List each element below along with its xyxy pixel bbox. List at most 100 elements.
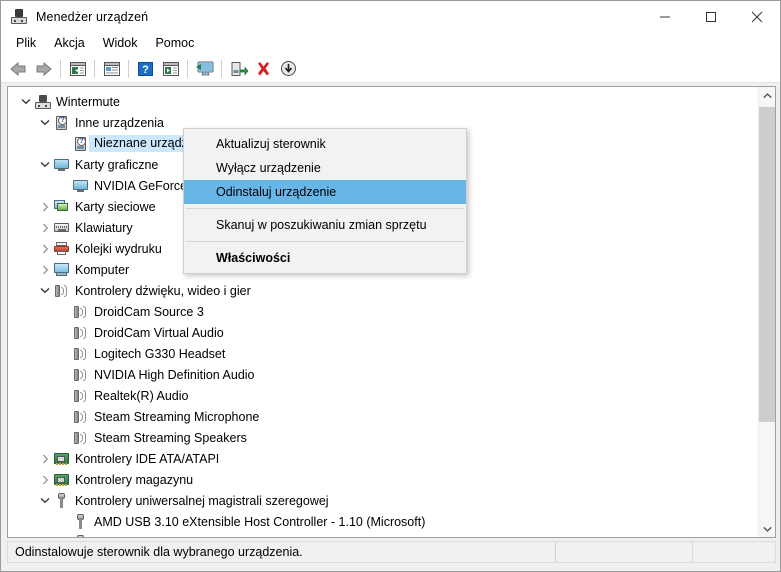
tree-item[interactable]: Wintermute [8,91,760,112]
maximize-icon[interactable] [688,1,734,32]
tree-item[interactable]: NVIDIA High Definition Audio [8,364,760,385]
chevron-down-icon[interactable] [37,115,53,131]
context-menu-item[interactable]: Odinstaluj urządzenie [184,180,466,204]
tree-item-label: DroidCam Source 3 [94,304,204,319]
back-icon[interactable] [6,57,31,81]
context-menu-item[interactable]: Skanuj w poszukiwaniu zmian sprzętu [184,213,466,237]
display-adapter-icon [72,178,89,194]
sound-icon [72,367,89,383]
minimize-icon[interactable] [642,1,688,32]
chevron-down-icon[interactable] [37,493,53,509]
toolbar-separator [221,59,222,78]
scrollbar-thumb[interactable] [759,107,775,422]
tree-item[interactable]: Logitech G330 Headset [8,343,760,364]
menu-view[interactable]: Widok [94,34,147,53]
context-menu-item[interactable]: Właściwości [184,246,466,270]
enable-device-icon[interactable] [226,57,251,81]
tree-item[interactable]: Steam Streaming Speakers [8,427,760,448]
toolbar-separator [187,59,188,78]
sound-icon [72,430,89,446]
menu-action[interactable]: Akcja [45,34,94,53]
help-icon[interactable]: ? [133,57,158,81]
tree-item-label: Steam Streaming Microphone [94,409,260,424]
status-segment-3 [693,542,775,562]
tree-item-label: Kontrolery magazynu [75,472,194,487]
context-menu-item[interactable]: Wyłącz urządzenie [184,156,466,180]
device-manager-window: Menedżer urządzeń Plik Akcja Widok Pomoc [0,0,781,572]
context-menu-separator [186,241,464,242]
tree-item-label: Kontrolery dźwięku, wideo i gier [75,283,251,298]
window-controls [642,1,780,32]
tree-item-label: AMD USB 3.10 eXtensible Host Controller … [94,514,426,529]
toolbar-separator [60,59,61,78]
tree-item-label: Kolejki wydruku [75,241,162,256]
tree-item-label: DroidCam Virtual Audio [94,325,224,340]
sound-icon [72,409,89,425]
update-driver-icon[interactable] [158,57,183,81]
tree-item[interactable]: DroidCam Source 3 [8,301,760,322]
scroll-down-arrow-icon[interactable] [759,520,775,537]
context-menu-item[interactable]: Aktualizuj sterownik [184,132,466,156]
sound-icon [53,283,70,299]
chevron-right-icon[interactable] [37,262,53,278]
vertical-scrollbar[interactable] [758,87,775,537]
window-title: Menedżer urządzeń [36,9,149,24]
tree-item-label: Realtek(R) Audio [94,388,189,403]
device-manager-icon [11,8,27,25]
menu-help[interactable]: Pomoc [146,34,203,53]
uninstall-device-icon[interactable] [251,57,276,81]
disable-device-icon[interactable] [276,57,301,81]
menu-bar: Plik Akcja Widok Pomoc [1,32,780,55]
chevron-down-icon[interactable] [18,94,34,110]
usb-icon [72,514,89,530]
status-bar: Odinstalowuje sterownik dla wybranego ur… [7,541,776,563]
tree-item[interactable]: Kontrolery uniwersalnej magistrali szere… [8,490,760,511]
chevron-right-icon[interactable] [37,241,53,257]
title-bar: Menedżer urządzeń [1,1,780,32]
chevron-right-icon[interactable] [37,220,53,236]
context-menu[interactable]: Aktualizuj sterownik Wyłącz urządzenie Odi… [183,128,467,274]
status-message: Odinstalowuje sterownik dla wybranego ur… [8,542,556,562]
chevron-down-icon[interactable] [37,283,53,299]
tree-item[interactable]: AMD USB 3.10 eXtensible Host Controller … [8,511,760,532]
tree-item[interactable]: Kontrolery IDE ATA/ATAPI [8,448,760,469]
tree-item-label: Klawiatury [75,220,133,235]
chevron-right-icon[interactable] [37,199,53,215]
chevron-right-icon[interactable] [37,451,53,467]
tree-item[interactable]: Realtek(R) Audio [8,385,760,406]
storage-controller-icon [53,472,70,488]
tree-item-label: Steam Streaming Speakers [94,430,247,445]
tree-item[interactable]: Kontrolery dźwięku, wideo i gier [8,280,760,301]
svg-text:?: ? [142,64,149,76]
tree-item[interactable]: AMD USB 3.10 eXtensible Host Controller … [8,532,760,537]
unknown-device-icon: ? [72,136,89,152]
close-icon[interactable] [734,1,780,32]
network-adapter-icon [53,199,70,215]
tree-item-label: Kontrolery uniwersalnej magistrali szere… [75,493,329,508]
chevron-right-icon[interactable] [37,472,53,488]
toolbar-separator [94,59,95,78]
tree-item-label: NVIDIA High Definition Audio [94,367,255,382]
status-segment-2 [556,542,693,562]
menu-file[interactable]: Plik [7,34,45,53]
toolbar: ? [1,55,780,83]
tree-item[interactable]: Kontrolery magazynu [8,469,760,490]
sound-icon [72,325,89,341]
forward-icon[interactable] [31,57,56,81]
chevron-down-icon[interactable] [37,157,53,173]
properties-icon[interactable] [99,57,124,81]
usb-icon [53,493,70,509]
tree-item-label: AMD USB 3.10 eXtensible Host Controller … [89,536,425,538]
scan-hardware-changes-icon[interactable] [192,57,217,81]
tree-item[interactable]: DroidCam Virtual Audio [8,322,760,343]
tree-item[interactable]: Steam Streaming Microphone [8,406,760,427]
sound-icon [72,346,89,362]
show-hide-console-tree-icon[interactable] [65,57,90,81]
scroll-up-arrow-icon[interactable] [759,87,775,104]
